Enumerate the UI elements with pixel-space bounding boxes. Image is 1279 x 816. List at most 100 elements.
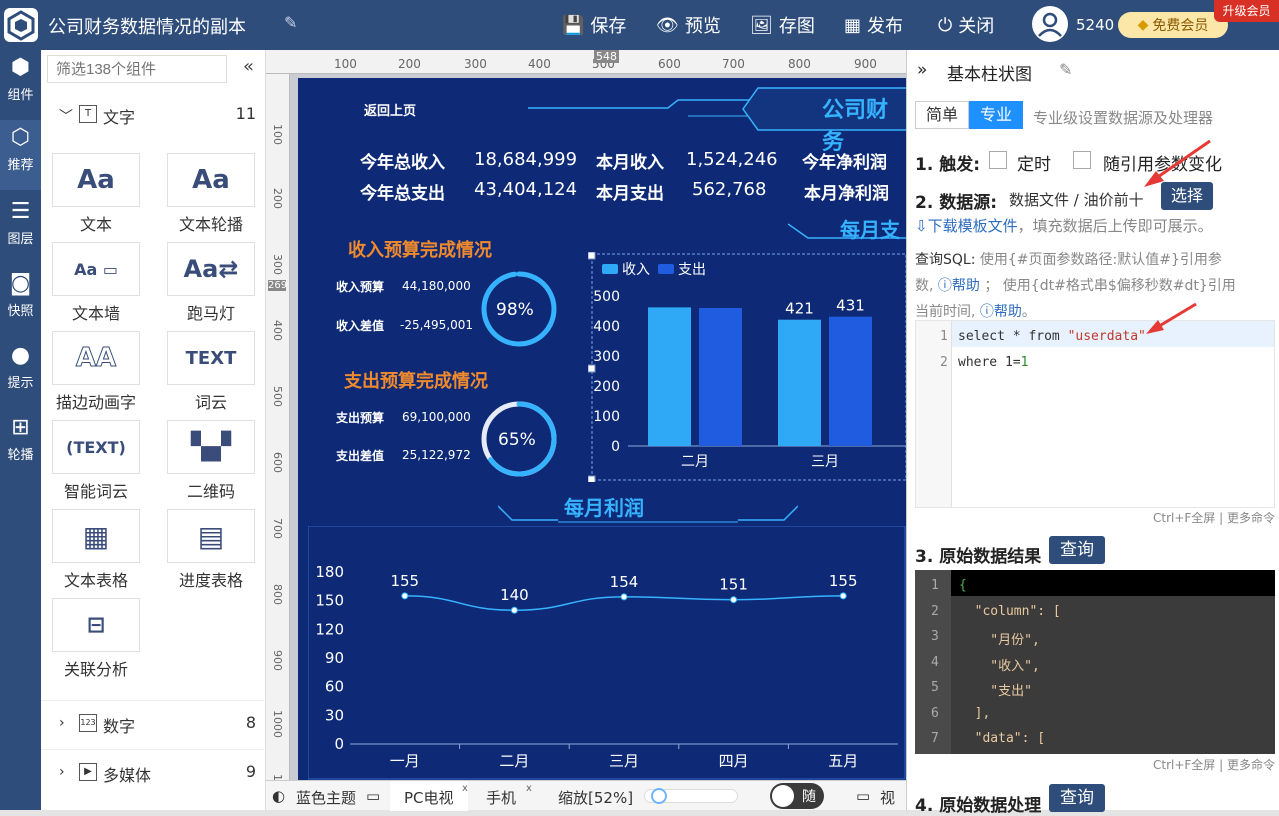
x-tick-label: 四月 <box>719 752 749 770</box>
rail-item-snapshot[interactable]: ◙ 快照 <box>0 266 41 336</box>
query-button[interactable]: 查询 <box>1049 536 1105 564</box>
param-change-checkbox[interactable] <box>1073 151 1091 169</box>
expand-panel-icon[interactable]: » <box>917 60 927 80</box>
view-icon[interactable]: ▭ <box>856 787 870 805</box>
view-button[interactable]: 视 <box>880 787 895 808</box>
group-text[interactable]: ﹀ T 文字 11 <box>41 92 266 140</box>
close-tab-mobile-icon[interactable]: x <box>526 783 532 794</box>
help-link[interactable]: 帮助 <box>994 304 1022 320</box>
theme-selector[interactable]: 蓝色主题 <box>296 787 356 808</box>
component-marquee[interactable]: Aa⇄ 跑马灯 <box>167 242 255 324</box>
help-link[interactable]: 帮助 <box>952 278 980 294</box>
points-count: 5240 <box>1076 16 1115 34</box>
sql-editor[interactable]: 1 select * from "userdata" 2 where 1=1 <box>915 320 1275 508</box>
avatar[interactable] <box>1032 6 1068 42</box>
preview-button[interactable]: 👁 预览 <box>656 12 721 38</box>
component-filter-input[interactable] <box>47 55 227 83</box>
kpi-value: 43,404,124 <box>474 179 578 200</box>
data-point <box>510 606 518 614</box>
component-association-analysis[interactable]: ⊟ 关联分析 <box>52 598 140 680</box>
document-title[interactable]: 公司财务数据情况的副本 <box>48 13 246 39</box>
component-text-table[interactable]: ▦ 文本表格 <box>52 509 140 591</box>
component-smart-word-cloud[interactable]: (TEXT) 智能词云 <box>52 420 140 502</box>
tab-pro[interactable]: 专业 <box>969 101 1023 129</box>
publish-button[interactable]: ▦ 发布 <box>844 12 903 38</box>
kpi-label: 本月净利润 <box>804 184 889 204</box>
trigger-label: 1. 触发: <box>915 155 981 175</box>
pencil-icon[interactable]: ✎ <box>284 13 297 32</box>
raw-result-editor[interactable]: 1{2 "column": [3 "月份", 4 "收入", 5 "支出" 6 ], 7… <box>915 570 1275 754</box>
properties-panel: » 基本柱状图 ✎ 简单 专业 专业级设置数据源及处理器 1. 触发: 定时 随… <box>906 50 1279 816</box>
upgrade-button[interactable]: 升级会员 <box>1214 0 1279 22</box>
image-icon: 🖼 <box>750 14 773 36</box>
close-button[interactable]: ⏻ 关闭 <box>938 12 994 38</box>
timer-checkbox[interactable] <box>989 151 1007 169</box>
download-template-link[interactable]: 下载模板文件 <box>928 217 1018 235</box>
vip-badge[interactable]: ◆ 免费会员 <box>1118 12 1228 38</box>
json-line: { <box>959 578 967 593</box>
rail-item-layers[interactable]: ☰ 图层 <box>0 194 41 264</box>
component-panel: « ﹀ T 文字 11 Aa文本 Aa文本轮播 Aa ▭文本墙 Aa⇄跑马灯 A… <box>41 50 266 810</box>
y-tick-label: 400 <box>593 319 620 335</box>
rail-item-carousel[interactable]: ⊞ 轮播 <box>0 410 41 480</box>
sql-line: where 1=1 <box>958 355 1029 370</box>
save-button[interactable]: 💾 保存 <box>562 12 626 38</box>
table-icon: ▦ <box>52 509 140 563</box>
chart-frame <box>308 526 906 780</box>
y-tick-label: 300 <box>593 349 620 365</box>
tab-simple[interactable]: 简单 <box>915 101 969 129</box>
number-group-icon: 123 <box>79 714 97 732</box>
query-button-2[interactable]: 查询 <box>1049 784 1105 812</box>
kpi-label: 今年净利润 <box>802 153 887 173</box>
bar-chart[interactable]: 收入 支出 500 400 300 200 100 0 二月 421 431 三月 <box>588 252 906 482</box>
bottom-bar: ◐ 蓝色主题 ▭ PC电视 x 手机 x 缩放[52%] 随 ▭ 视 <box>266 780 906 811</box>
layers-icon: ☰ <box>10 199 31 224</box>
source-label: 2. 数据源: <box>915 193 998 213</box>
palette-icon[interactable]: ◐ <box>272 787 285 805</box>
component-text-carousel[interactable]: Aa 文本轮播 <box>167 153 255 235</box>
diamond-icon: ◆ <box>1137 17 1149 33</box>
component-text[interactable]: Aa 文本 <box>52 153 140 235</box>
process-label: 4. 原始数据处理 <box>915 796 1042 816</box>
component-qr-code[interactable]: ▚▞ 二维码 <box>167 420 255 502</box>
rail-item-components[interactable]: ⬢ 组件 <box>0 50 41 120</box>
line-chart[interactable]: 180 150 120 90 60 30 0 一月 二月 三月 四月 五月 155 140 154 151 15… <box>308 526 906 780</box>
bar-data-label: 421 <box>785 300 814 318</box>
save-image-button[interactable]: 🖼 存图 <box>750 12 815 38</box>
x-tick-label: 二月 <box>681 454 709 470</box>
component-word-cloud[interactable]: TEXT 词云 <box>167 331 255 413</box>
editor-hint-2[interactable]: Ctrl+F全屏 | 更多命令 <box>1153 756 1275 773</box>
rail-item-tips[interactable]: ● 提示 <box>0 338 41 408</box>
zoom-slider[interactable] <box>644 788 738 804</box>
text-aa-icon: Aa <box>52 153 140 207</box>
pencil-icon[interactable]: ✎ <box>1059 60 1072 79</box>
point-data-label: 140 <box>500 586 529 604</box>
red-arrow-annotation <box>1146 302 1197 334</box>
legend-label: 支出 <box>678 262 706 278</box>
follow-toggle[interactable]: 随 <box>770 783 824 809</box>
group-media[interactable]: › ▶ 多媒体 9 <box>41 749 266 797</box>
back-button[interactable]: 返回上页 <box>364 100 416 119</box>
tab-mobile[interactable]: 手机 <box>486 787 516 808</box>
collapse-panel-icon[interactable]: « <box>243 56 254 77</box>
app-logo-icon[interactable] <box>4 8 38 42</box>
dashboard-canvas[interactable]: 返回上页 公司财务 今年总收入 18,684,999 今年总支出 43,404,… <box>298 78 906 780</box>
rail-item-recommend[interactable]: ⬡ 推荐 <box>0 120 41 190</box>
sql-line: select * from "userdata" <box>958 329 1146 344</box>
canvas-area[interactable]: 100 200 300 400 500 600 700 800 900 548 … <box>266 50 906 780</box>
tab-pc[interactable]: PC电视 <box>390 781 468 811</box>
close-tab-pc-icon[interactable]: x <box>462 783 468 794</box>
group-number[interactable]: › 123 数字 8 <box>41 700 266 748</box>
component-stroke-animation[interactable]: AA 描边动画字 <box>52 331 140 413</box>
source-value: 数据文件 / 油价前十 <box>1009 191 1144 209</box>
component-text-wall[interactable]: Aa ▭ 文本墙 <box>52 242 140 324</box>
monitor-icon[interactable]: ▭ <box>366 787 380 805</box>
editor-hint[interactable]: Ctrl+F全屏 | 更多命令 <box>1153 509 1275 526</box>
marquee-icon: Aa⇄ <box>167 242 255 296</box>
zoom-slider-handle[interactable] <box>650 788 667 804</box>
data-point <box>620 593 628 601</box>
resize-handle <box>588 252 596 260</box>
chevron-right-icon: › <box>59 715 65 731</box>
component-progress-table[interactable]: ▤ 进度表格 <box>167 509 255 591</box>
y-tick-label: 90 <box>325 649 344 667</box>
